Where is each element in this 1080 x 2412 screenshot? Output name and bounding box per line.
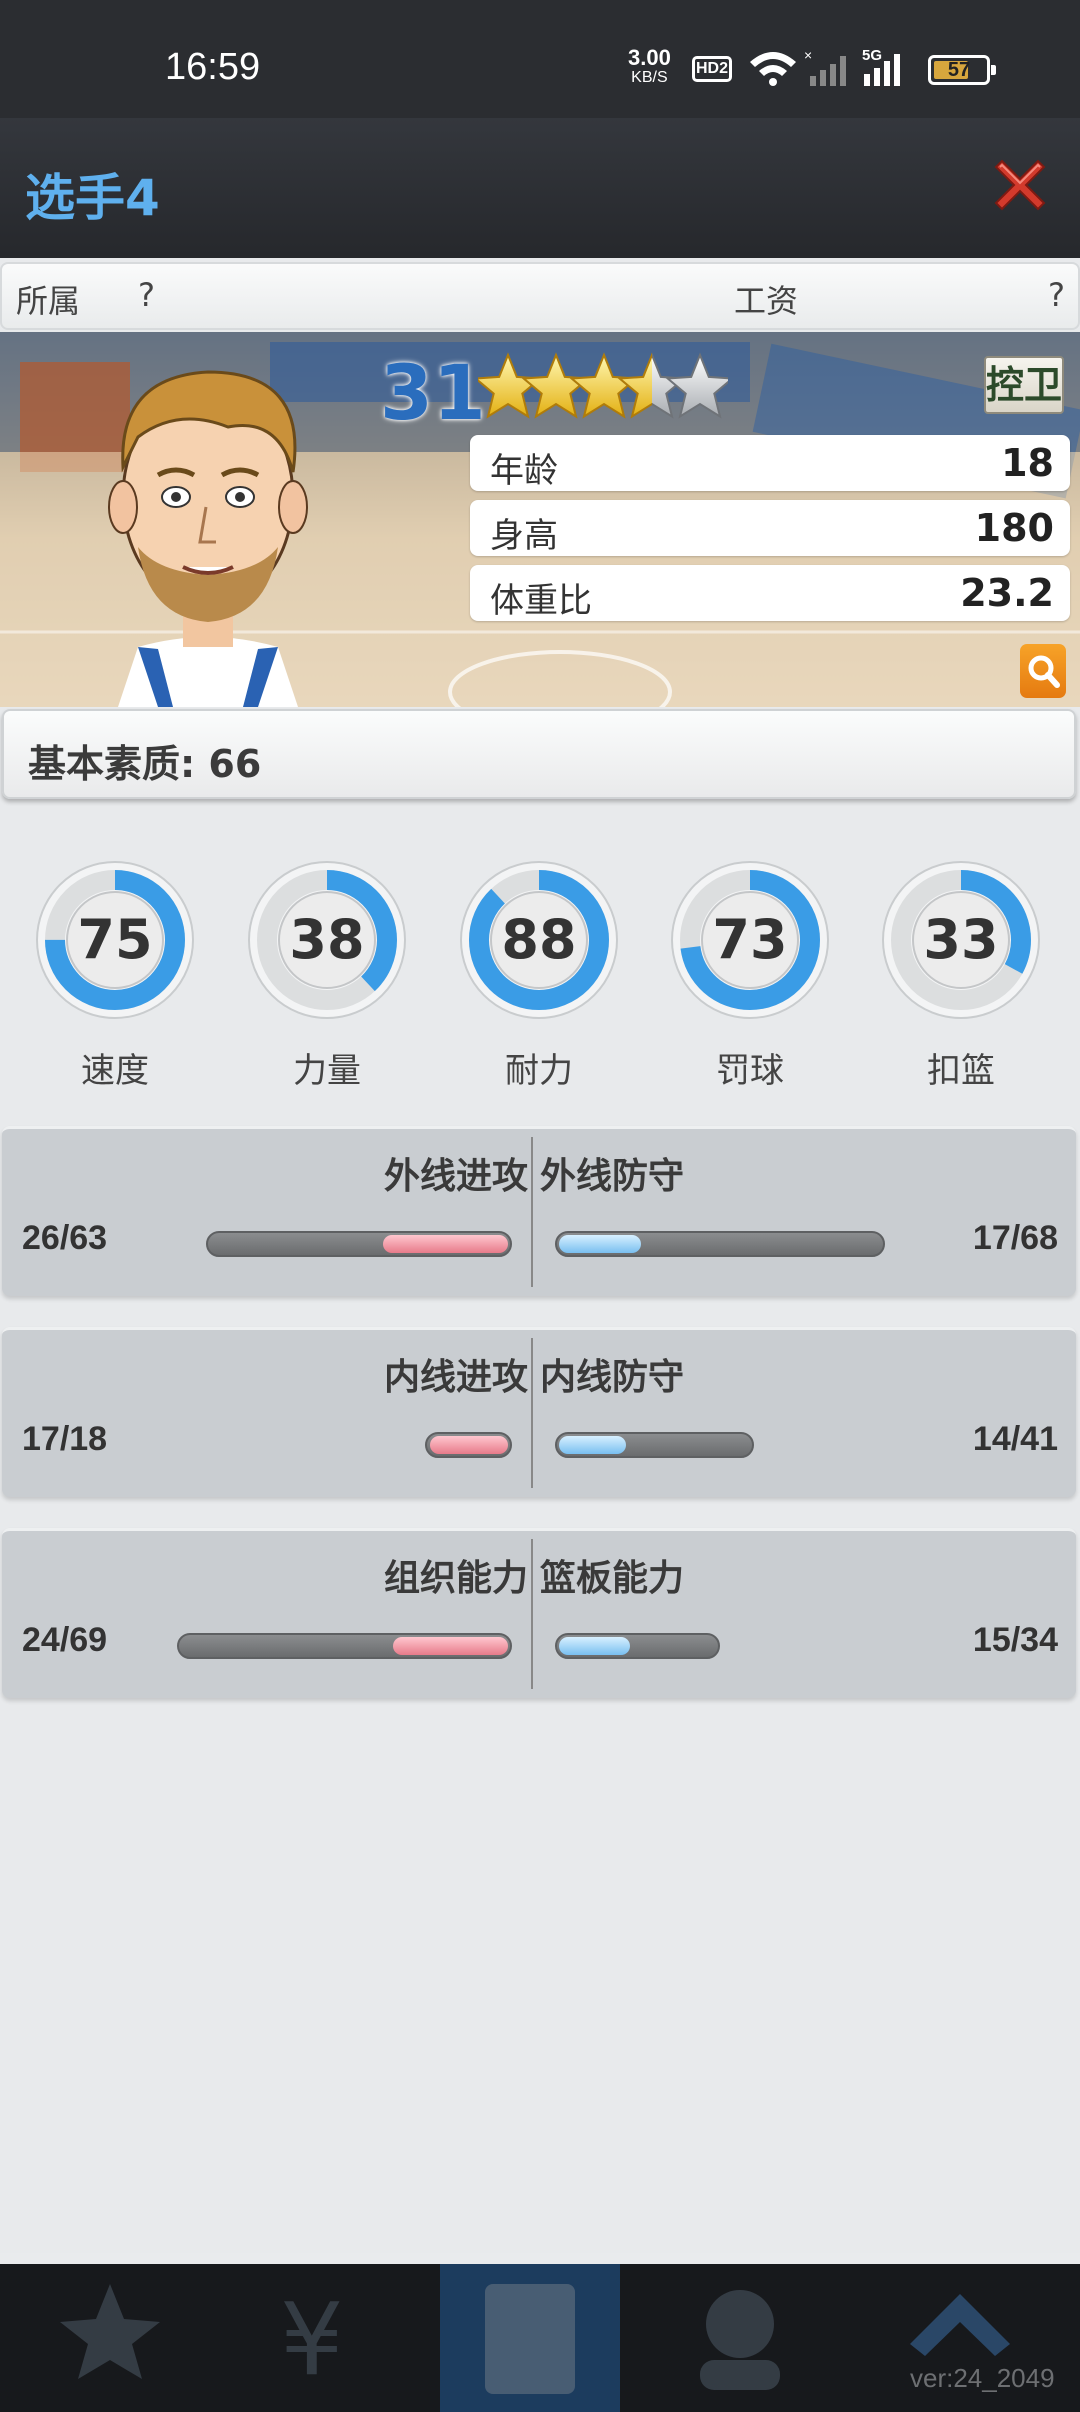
attribute-value: 88 bbox=[501, 908, 577, 971]
info-value: 18 bbox=[1001, 441, 1054, 485]
salary-label: 工资 bbox=[734, 282, 799, 320]
skill-right-label: 篮板能力 bbox=[540, 1558, 685, 1599]
wifi-icon bbox=[750, 52, 796, 86]
battery-icon: 57 bbox=[928, 55, 996, 85]
attribute-label: 罚球 bbox=[716, 1051, 784, 1091]
network-speed-unit: KB/S bbox=[631, 69, 668, 86]
attribute-label: 扣篮 bbox=[927, 1051, 995, 1091]
attribute-label: 速度 bbox=[81, 1051, 149, 1091]
star-trophy-icon bbox=[60, 2284, 160, 2379]
money-icon: ¥ bbox=[280, 2281, 344, 2398]
skill-right-value: 14/41 bbox=[972, 1420, 1058, 1458]
network-speed-value: 3.00 bbox=[628, 45, 671, 70]
basic-quality-label: 基本素质: 66 bbox=[28, 742, 262, 786]
attribute-gauge: 88 耐力 bbox=[459, 845, 619, 1091]
skill-block-inside: 内线进攻 内线防守 17/18 14/41 bbox=[2, 1327, 1076, 1497]
skill-left-value: 24/69 bbox=[22, 1621, 108, 1659]
nav-tab-1[interactable] bbox=[20, 2264, 200, 2412]
magnifier-icon bbox=[1028, 655, 1060, 688]
info-value: 23.2 bbox=[960, 571, 1054, 615]
attribute-value: 33 bbox=[923, 908, 999, 971]
star-filled-icon bbox=[570, 352, 638, 419]
search-button[interactable] bbox=[1020, 644, 1066, 698]
status-time: 16:59 bbox=[165, 46, 261, 88]
skill-right-value: 17/68 bbox=[972, 1219, 1058, 1257]
attribute-gauge: 33 扣篮 bbox=[881, 845, 1041, 1091]
nav-tab-2[interactable]: ¥ bbox=[230, 2264, 410, 2412]
info-value: 180 bbox=[974, 506, 1054, 550]
roster-icon bbox=[485, 2284, 575, 2394]
skill-right-value: 15/34 bbox=[972, 1621, 1058, 1659]
info-row-height: 身高 180 bbox=[470, 500, 1070, 556]
battery-level: 57 bbox=[947, 59, 971, 81]
skill-block-playmaking: 组织能力 篮板能力 24/69 15/34 bbox=[2, 1528, 1076, 1698]
affiliation-label: 所属 bbox=[16, 282, 81, 320]
skill-left-label: 内线进攻 bbox=[383, 1357, 528, 1398]
svg-text:×: × bbox=[804, 48, 812, 63]
status-bar: 16:59 3.00 KB/S HD2 × 5G 57 bbox=[0, 0, 1080, 118]
skill-right-bar bbox=[555, 1432, 754, 1458]
affiliation-row: 所属 ? 工资 ? bbox=[0, 262, 1080, 330]
player-avatar bbox=[108, 370, 308, 707]
basic-quality-bar: 基本素质: 66 bbox=[2, 709, 1076, 799]
network-speed: 3.00 KB/S bbox=[628, 45, 671, 88]
nav-tab-3[interactable] bbox=[440, 2264, 620, 2412]
version-label: ver:24_2049 bbox=[910, 2363, 1055, 2393]
skill-block-outside: 外线进攻 外线防守 26/63 17/68 bbox=[2, 1126, 1076, 1296]
info-row-weight-ratio: 体重比 23.2 bbox=[470, 565, 1070, 621]
skill-left-bar bbox=[177, 1633, 512, 1659]
attribute-value: 38 bbox=[289, 908, 365, 971]
skill-right-bar bbox=[555, 1633, 720, 1659]
position-badge: 控卫 bbox=[984, 356, 1064, 414]
attribute-label: 耐力 bbox=[505, 1051, 573, 1091]
attribute-value: 73 bbox=[712, 908, 788, 971]
skill-left-value: 26/63 bbox=[22, 1219, 108, 1257]
title-bar: 选手4 bbox=[0, 118, 1080, 258]
sim2-signal-icon: 5G bbox=[862, 48, 900, 86]
team-icon bbox=[700, 2290, 780, 2390]
attribute-value: 75 bbox=[77, 908, 153, 971]
skill-right-bar bbox=[555, 1231, 885, 1257]
nav-tab-4[interactable] bbox=[650, 2264, 830, 2412]
svg-text:5G: 5G bbox=[862, 48, 882, 64]
affiliation-value: ? bbox=[138, 276, 155, 314]
skill-right-label: 外线防守 bbox=[540, 1156, 685, 1197]
svg-text:¥: ¥ bbox=[280, 2281, 344, 2398]
skill-right-label: 内线防守 bbox=[540, 1357, 685, 1398]
attribute-gauge: 38 力量 bbox=[247, 845, 407, 1091]
hd-icon: HD2 bbox=[692, 56, 732, 82]
attribute-label: 力量 bbox=[293, 1051, 361, 1091]
close-icon[interactable] bbox=[990, 155, 1050, 215]
attribute-gauge: 75 速度 bbox=[35, 845, 195, 1091]
info-row-age: 年龄 18 bbox=[470, 435, 1070, 491]
star-rating bbox=[478, 352, 728, 419]
skill-left-label: 组织能力 bbox=[383, 1558, 528, 1599]
skill-left-value: 17/18 bbox=[22, 1420, 108, 1458]
info-label: 身高 bbox=[490, 516, 558, 556]
star-empty-icon bbox=[665, 352, 728, 419]
skill-left-label: 外线进攻 bbox=[383, 1156, 528, 1197]
star-filled-icon bbox=[522, 352, 590, 419]
overall-rating: 31 bbox=[380, 348, 486, 437]
salary-value: ? bbox=[1048, 276, 1065, 314]
skill-left-bar bbox=[206, 1231, 512, 1257]
info-label: 体重比 bbox=[490, 581, 592, 621]
skill-left-bar bbox=[425, 1432, 512, 1458]
page-title: 选手4 bbox=[25, 169, 160, 227]
info-label: 年龄 bbox=[490, 451, 558, 491]
sim1-signal-icon: × bbox=[804, 48, 846, 86]
attribute-gauge: 73 罚球 bbox=[670, 845, 830, 1091]
